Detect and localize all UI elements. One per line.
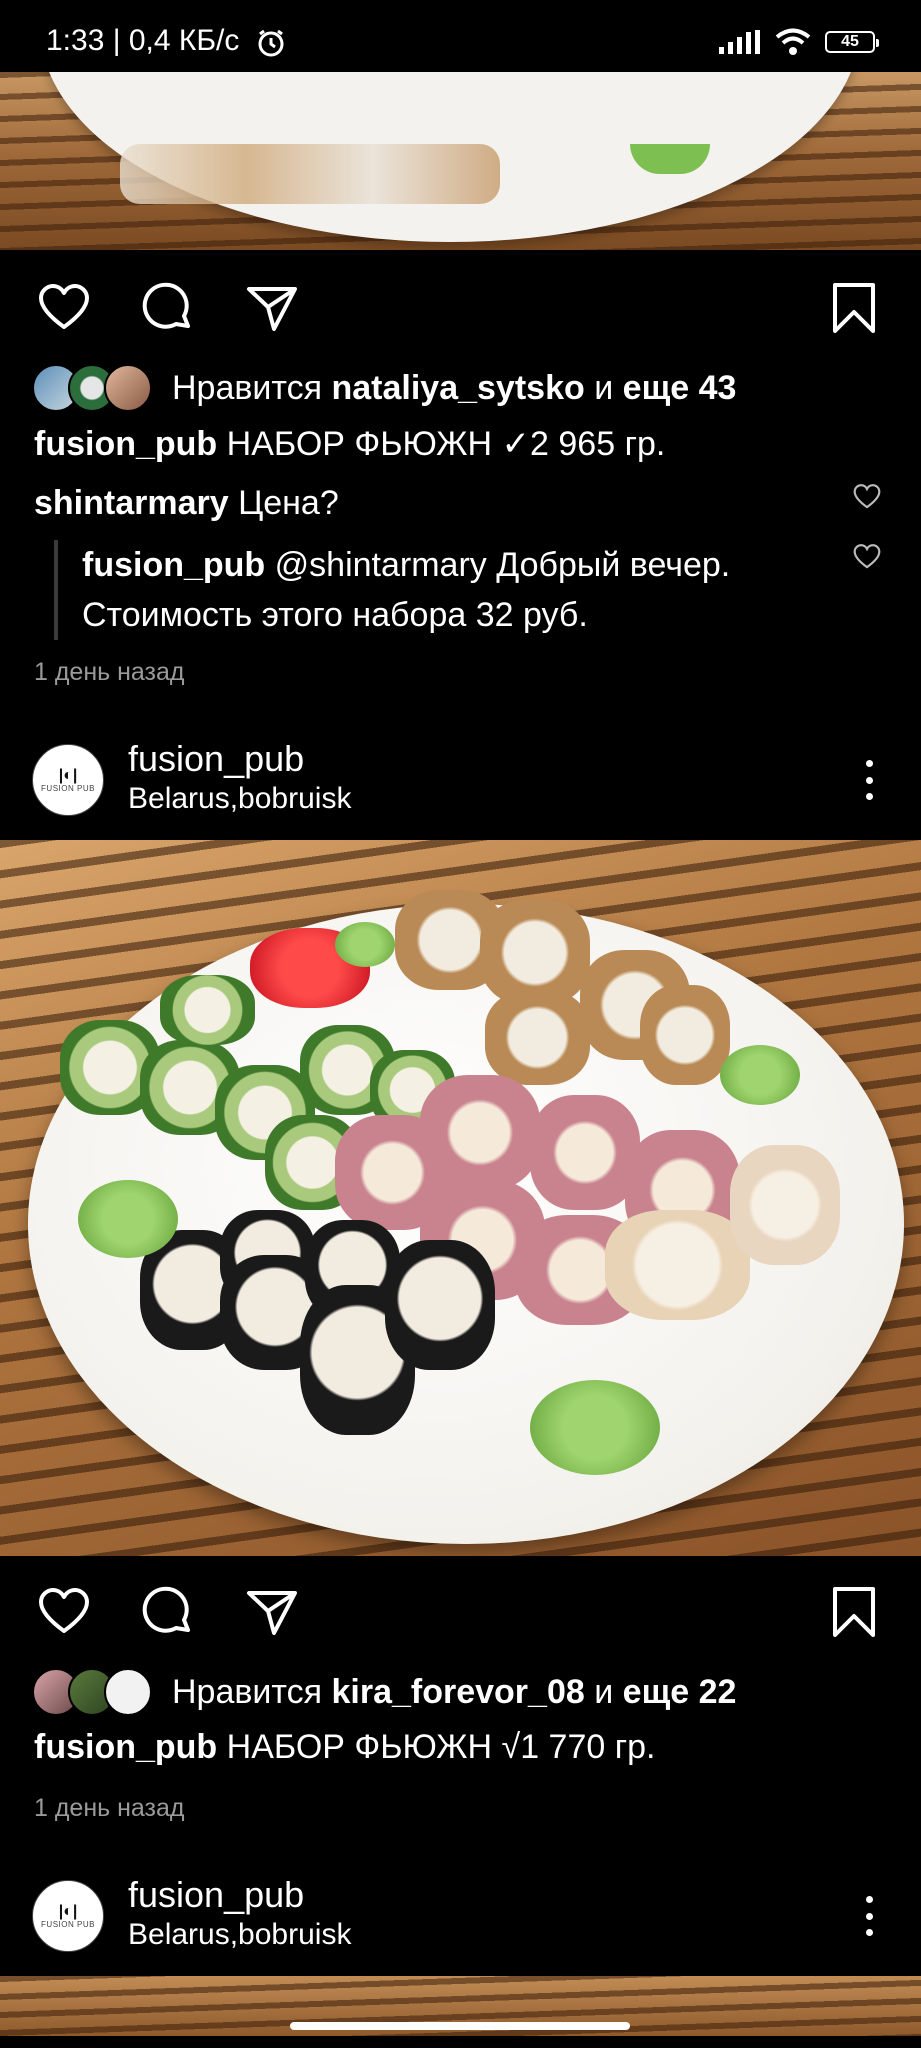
likes-prefix: Нравится xyxy=(172,368,323,407)
post3-header: |◐| FUSION PUB fusion_pub Belarus,bobrui… xyxy=(0,1866,921,1966)
wasabi xyxy=(530,1380,660,1475)
post-photo-previous[interactable] xyxy=(0,72,921,250)
post2-timestamp: 1 день назад xyxy=(34,1794,185,1822)
sushi-roll xyxy=(385,1240,495,1370)
sushi-roll xyxy=(420,1075,540,1190)
wifi-icon xyxy=(775,28,811,55)
post2-photo[interactable] xyxy=(0,840,921,1556)
wasabi xyxy=(78,1180,178,1258)
avatar xyxy=(104,1668,152,1716)
sushi-roll xyxy=(530,1095,640,1210)
home-indicator[interactable] xyxy=(290,2022,630,2030)
caption-username[interactable]: fusion_pub xyxy=(34,1728,217,1766)
liker-avatars xyxy=(32,1668,152,1716)
avatar[interactable]: |◐| FUSION PUB xyxy=(32,744,104,816)
battery-icon: 45 xyxy=(825,31,879,53)
sushi-roll xyxy=(485,990,590,1085)
comment-username[interactable]: shintarmary xyxy=(34,484,229,522)
post-location[interactable]: Belarus,bobruisk xyxy=(128,782,351,816)
post-username[interactable]: fusion_pub xyxy=(128,738,304,780)
post2-likes[interactable]: Нравится kira_forevor_08 и еще 22 xyxy=(32,1668,736,1716)
sushi-rolls xyxy=(120,144,500,204)
more-icon[interactable] xyxy=(863,1896,875,1936)
sushi-roll xyxy=(730,1145,840,1265)
more-icon[interactable] xyxy=(863,760,875,800)
post-username[interactable]: fusion_pub xyxy=(128,1874,304,1916)
reply-comment: fusion_pub @shintarmary Добрый вечер. Ст… xyxy=(54,540,842,640)
comment-icon xyxy=(142,282,190,329)
post1-caption: fusion_pub НАБОР ФЬЮЖН ✓2 965 гр. xyxy=(34,424,665,464)
comment-text: Цена? xyxy=(238,484,339,522)
comment: shintarmary Цена? xyxy=(34,484,339,523)
wasabi xyxy=(720,1045,800,1105)
heart-icon xyxy=(39,1588,89,1633)
caption-text: НАБОР ФЬЮЖН ✓2 965 гр. xyxy=(226,425,666,463)
sushi-roll xyxy=(160,975,255,1045)
likes-more[interactable]: еще 22 xyxy=(623,1673,737,1712)
caption-text: НАБОР ФЬЮЖН √1 770 гр. xyxy=(226,1728,656,1766)
comment-icon xyxy=(142,1586,190,1633)
reply-like-heart-icon[interactable] xyxy=(852,542,882,572)
comment-like-heart-icon[interactable] xyxy=(852,482,882,512)
sushi-roll xyxy=(605,1210,750,1320)
status-time-speed: 1:33 | 0,4 КБ/с xyxy=(46,24,240,57)
liker-avatars xyxy=(32,364,152,412)
save-button[interactable] xyxy=(826,1584,882,1640)
post2-caption: fusion_pub НАБОР ФЬЮЖН √1 770 гр. xyxy=(34,1728,656,1767)
sushi-roll xyxy=(640,985,730,1085)
post2-action-bar xyxy=(0,1558,921,1662)
likes-user[interactable]: kira_forevor_08 xyxy=(331,1673,584,1712)
signal-icon xyxy=(719,30,760,54)
avatar xyxy=(104,364,152,412)
likes-and: и xyxy=(594,1672,614,1711)
likes-and: и xyxy=(594,368,614,407)
heart-icon xyxy=(39,284,89,329)
save-button[interactable] xyxy=(826,280,882,336)
bookmark-icon xyxy=(833,283,875,333)
share-icon xyxy=(247,1591,297,1635)
post-location[interactable]: Belarus,bobruisk xyxy=(128,1918,351,1952)
status-bar: 1:33 | 0,4 КБ/с 45 xyxy=(0,0,921,72)
post2-header: |◐| FUSION PUB fusion_pub Belarus,bobrui… xyxy=(0,730,921,830)
likes-prefix: Нравится xyxy=(172,1672,323,1711)
bookmark-icon xyxy=(833,1587,875,1637)
reply-username[interactable]: fusion_pub xyxy=(82,546,265,584)
like-button[interactable] xyxy=(36,280,92,336)
post1-likes[interactable]: Нравится nataliya_sytsko и еще 43 xyxy=(32,364,736,412)
post1-timestamp: 1 день назад xyxy=(34,658,185,686)
status-icons: 45 xyxy=(719,28,879,56)
wasabi xyxy=(335,922,395,967)
caption-username[interactable]: fusion_pub xyxy=(34,425,217,463)
share-button[interactable] xyxy=(244,1584,300,1640)
likes-more[interactable]: еще 43 xyxy=(623,369,737,408)
like-button[interactable] xyxy=(36,1584,92,1640)
alarm-icon xyxy=(258,29,284,57)
share-button[interactable] xyxy=(244,280,300,336)
share-icon xyxy=(247,287,297,331)
comment-button[interactable] xyxy=(140,1584,196,1640)
post1-action-bar xyxy=(0,254,921,358)
avatar[interactable]: |◐| FUSION PUB xyxy=(32,1880,104,1952)
likes-user[interactable]: nataliya_sytsko xyxy=(331,369,584,408)
comment-button[interactable] xyxy=(140,280,196,336)
